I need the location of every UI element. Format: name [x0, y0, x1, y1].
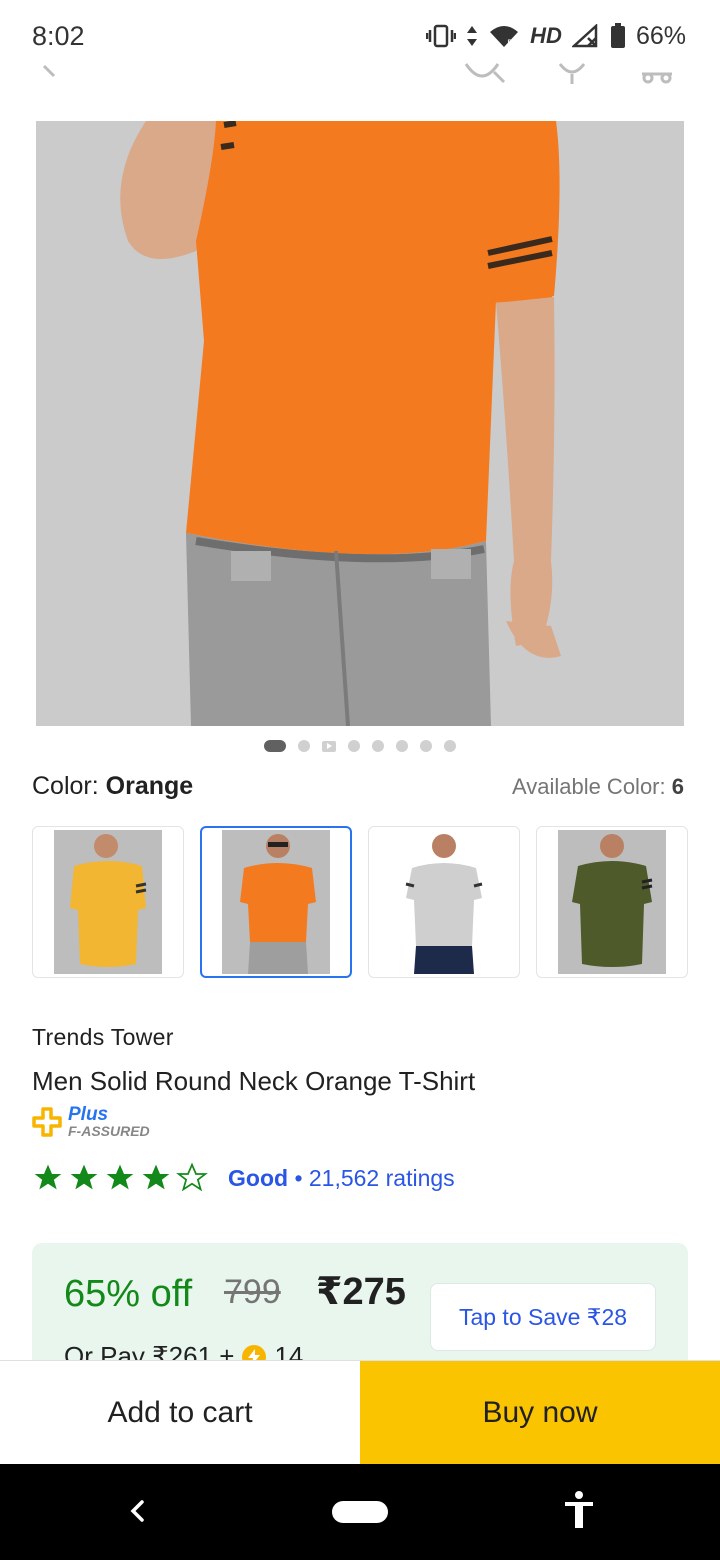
swatch-thumbnail: [390, 830, 498, 974]
color-swatch-grey[interactable]: [368, 826, 520, 978]
swatch-thumbnail: [222, 830, 330, 974]
bottom-action-bar: Add to cart Buy now: [0, 1360, 720, 1465]
discount-percent: 65% off: [64, 1273, 193, 1315]
gallery-dot[interactable]: [396, 740, 408, 752]
color-swatch-orange[interactable]: [200, 826, 352, 978]
back-arrow-icon[interactable]: [38, 60, 62, 82]
swatch-thumbnail: [558, 830, 666, 974]
search-icon[interactable]: [462, 60, 506, 88]
available-colors: Available Color: 6: [512, 774, 684, 800]
gallery-pagination: [0, 740, 720, 752]
star-empty-icon: [176, 1162, 208, 1192]
rating-text: Good • 21,562 ratings: [228, 1165, 455, 1192]
tap-to-save-button[interactable]: Tap to Save ₹28: [430, 1283, 656, 1351]
color-swatches: [32, 826, 688, 978]
product-title: Men Solid Round Neck Orange T-Shirt: [32, 1066, 476, 1096]
gallery-dot[interactable]: [348, 740, 360, 752]
color-selector-header: Color: Orange Available Color: 6: [32, 772, 684, 801]
selected-color: Orange: [105, 772, 194, 800]
available-colors-label: Available Color:: [511, 774, 666, 799]
product-brand[interactable]: Trends Tower: [32, 1024, 174, 1051]
gallery-dot[interactable]: [264, 740, 286, 752]
nav-back-icon[interactable]: [124, 1494, 152, 1528]
svg-text:5: 5: [507, 39, 513, 48]
star-filled-icon: [106, 1164, 134, 1190]
rating-count: • 21,562 ratings: [294, 1164, 455, 1191]
mic-icon[interactable]: [556, 60, 588, 88]
original-price: 799: [224, 1273, 281, 1311]
status-icons: 5 HD 66%: [426, 22, 686, 51]
star-filled-icon: [142, 1164, 170, 1190]
color-swatch-yellow[interactable]: [32, 826, 184, 978]
swatch-thumbnail: [54, 830, 162, 974]
nav-home-pill[interactable]: [332, 1501, 388, 1523]
network-type: HD: [530, 23, 562, 48]
wifi-icon: 5: [490, 26, 519, 48]
available-colors-count: 6: [671, 774, 684, 799]
buy-now-button[interactable]: Buy now: [360, 1361, 720, 1465]
gallery-dot[interactable]: [444, 740, 456, 752]
battery-icon: [610, 23, 625, 48]
color-label-text: Color:: [32, 772, 99, 800]
rating-label: Good: [228, 1164, 289, 1191]
accessibility-icon[interactable]: [562, 1490, 596, 1530]
star-filled-icon: [70, 1164, 98, 1190]
vibrate-icon: [426, 24, 457, 48]
data-arrows-icon: [467, 26, 478, 46]
battery-percent: 66%: [635, 21, 686, 50]
signal-icon: [571, 24, 598, 48]
selling-price: ₹275: [316, 1271, 406, 1313]
plus-assured-icon: [32, 1107, 62, 1137]
add-to-cart-button[interactable]: Add to cart: [0, 1361, 360, 1465]
star-filled-icon: [34, 1164, 62, 1190]
product-image[interactable]: [36, 121, 684, 726]
gallery-dot[interactable]: [420, 740, 432, 752]
cart-icon[interactable]: [640, 60, 674, 88]
color-label: Color: Orange: [32, 772, 193, 801]
system-navigation-bar: [0, 1464, 720, 1560]
status-time: 8:02: [32, 20, 85, 51]
color-swatch-olive[interactable]: [536, 826, 688, 978]
gallery-dot[interactable]: [372, 740, 384, 752]
plus-assured-badge: Plus F-ASSURED: [32, 1104, 150, 1139]
product-rating[interactable]: Good • 21,562 ratings: [32, 1162, 455, 1194]
gallery-video-dot[interactable]: [322, 740, 336, 752]
assured-text: F-ASSURED: [68, 1123, 150, 1139]
assured-plus-text: Plus: [68, 1104, 109, 1125]
top-navigation: [0, 60, 720, 100]
gallery-dot[interactable]: [298, 740, 310, 752]
